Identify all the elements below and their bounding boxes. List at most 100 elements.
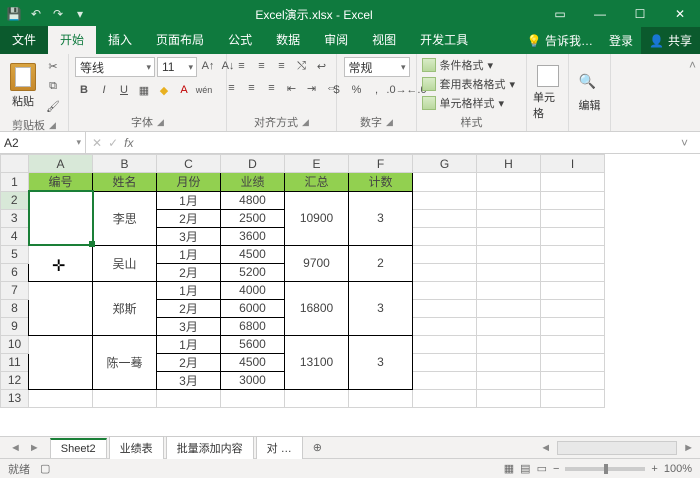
- cell[interactable]: 6800: [221, 317, 285, 335]
- cell[interactable]: 郑斯: [93, 281, 157, 335]
- new-sheet-button[interactable]: ⊕: [305, 441, 330, 454]
- tab-data[interactable]: 数据: [264, 26, 312, 54]
- cell[interactable]: 9700: [285, 245, 349, 281]
- cell[interactable]: [413, 173, 477, 192]
- cell[interactable]: 4800: [221, 191, 285, 209]
- align-right-button[interactable]: ≡: [263, 79, 281, 97]
- tab-developer[interactable]: 开发工具: [408, 26, 480, 54]
- row-header[interactable]: 1: [1, 173, 29, 192]
- cell[interactable]: [413, 299, 477, 317]
- sheet-tab[interactable]: Sheet2: [50, 438, 107, 458]
- cell[interactable]: 5200: [221, 263, 285, 281]
- row-header[interactable]: 11: [1, 353, 29, 371]
- cell[interactable]: 3: [349, 335, 413, 389]
- cell[interactable]: [477, 227, 541, 245]
- cell[interactable]: 1月: [157, 335, 221, 353]
- cell[interactable]: 3000: [221, 371, 285, 389]
- cell[interactable]: 2: [349, 245, 413, 281]
- sheet-nav-next-icon[interactable]: ►: [29, 442, 40, 454]
- cell-styles-button[interactable]: 单元格样式▾: [422, 95, 522, 111]
- cell[interactable]: [477, 389, 541, 407]
- row-header[interactable]: 2: [1, 191, 29, 209]
- cell[interactable]: 姓名: [93, 173, 157, 192]
- align-left-button[interactable]: ≡: [223, 79, 241, 97]
- row-header[interactable]: 4: [1, 227, 29, 245]
- cell[interactable]: [541, 299, 605, 317]
- cell[interactable]: 汇总: [285, 173, 349, 192]
- fx-icon[interactable]: fx: [124, 136, 133, 150]
- cell[interactable]: 李思: [93, 191, 157, 245]
- align-top-button[interactable]: ≡: [233, 57, 251, 75]
- cell[interactable]: [477, 353, 541, 371]
- cell[interactable]: [29, 335, 93, 389]
- col-header-i[interactable]: I: [541, 155, 605, 173]
- cell[interactable]: 业绩: [221, 173, 285, 192]
- font-size-select[interactable]: 11: [157, 57, 197, 77]
- tab-view[interactable]: 视图: [360, 26, 408, 54]
- currency-button[interactable]: $: [328, 81, 346, 99]
- col-header-f[interactable]: F: [349, 155, 413, 173]
- page-layout-view-icon[interactable]: ▤: [520, 462, 530, 475]
- cell[interactable]: [477, 191, 541, 209]
- row-header[interactable]: 6: [1, 263, 29, 281]
- font-color-button[interactable]: A: [175, 81, 193, 99]
- cell[interactable]: [221, 389, 285, 407]
- cell[interactable]: [413, 191, 477, 209]
- cell-selected[interactable]: [29, 191, 93, 245]
- cell[interactable]: 1月: [157, 281, 221, 299]
- editing-button[interactable]: 🔍编辑: [575, 73, 604, 113]
- cell[interactable]: 6000: [221, 299, 285, 317]
- cell[interactable]: [477, 281, 541, 299]
- close-button[interactable]: ✕: [660, 0, 700, 28]
- orientation-button[interactable]: ⤭: [293, 57, 311, 75]
- cell[interactable]: [413, 263, 477, 281]
- sheet-tab[interactable]: 对 …: [256, 436, 303, 459]
- undo-icon[interactable]: ↶: [28, 6, 44, 22]
- align-middle-button[interactable]: ≡: [253, 57, 271, 75]
- cell[interactable]: 编号: [29, 173, 93, 192]
- hscroll-right-icon[interactable]: ►: [677, 442, 700, 454]
- row-header[interactable]: 7: [1, 281, 29, 299]
- align-center-button[interactable]: ≡: [243, 79, 261, 97]
- col-header-h[interactable]: H: [477, 155, 541, 173]
- cell[interactable]: [477, 173, 541, 192]
- col-header-b[interactable]: B: [93, 155, 157, 173]
- tab-file[interactable]: 文件: [0, 26, 48, 54]
- cell[interactable]: [541, 317, 605, 335]
- cell[interactable]: [413, 317, 477, 335]
- cell[interactable]: [413, 209, 477, 227]
- cell[interactable]: 3: [349, 191, 413, 245]
- row-header[interactable]: 13: [1, 389, 29, 407]
- increase-indent-button[interactable]: ⇥: [303, 79, 321, 97]
- cell[interactable]: [29, 389, 93, 407]
- zoom-slider[interactable]: [565, 467, 645, 471]
- cell[interactable]: 计数: [349, 173, 413, 192]
- cell[interactable]: 5600: [221, 335, 285, 353]
- tell-me[interactable]: 💡 告诉我…: [519, 27, 601, 54]
- cell[interactable]: [541, 245, 605, 263]
- enter-icon[interactable]: ✓: [108, 136, 118, 150]
- cell[interactable]: 10900: [285, 191, 349, 245]
- italic-button[interactable]: I: [95, 81, 113, 99]
- col-header-g[interactable]: G: [413, 155, 477, 173]
- macro-record-icon[interactable]: ▢: [40, 462, 50, 475]
- cell[interactable]: 13100: [285, 335, 349, 389]
- row-header[interactable]: 8: [1, 299, 29, 317]
- zoom-in-button[interactable]: +: [651, 463, 657, 475]
- cell[interactable]: [477, 335, 541, 353]
- cell[interactable]: [541, 227, 605, 245]
- sheet-tab[interactable]: 业绩表: [109, 436, 164, 459]
- cell[interactable]: 吴山: [93, 245, 157, 281]
- format-as-table-button[interactable]: 套用表格格式▾: [422, 76, 522, 92]
- cell[interactable]: 2月: [157, 209, 221, 227]
- hscroll-left-icon[interactable]: ◄: [534, 442, 557, 454]
- cell[interactable]: [413, 389, 477, 407]
- cell[interactable]: [29, 281, 93, 335]
- cell[interactable]: 3: [349, 281, 413, 335]
- increase-decimal-button[interactable]: .0→: [388, 81, 406, 99]
- paste-button[interactable]: 粘贴: [6, 63, 40, 109]
- save-icon[interactable]: 💾: [6, 6, 22, 22]
- increase-font-button[interactable]: A↑: [199, 57, 217, 75]
- cell[interactable]: [413, 245, 477, 263]
- cell[interactable]: [477, 245, 541, 263]
